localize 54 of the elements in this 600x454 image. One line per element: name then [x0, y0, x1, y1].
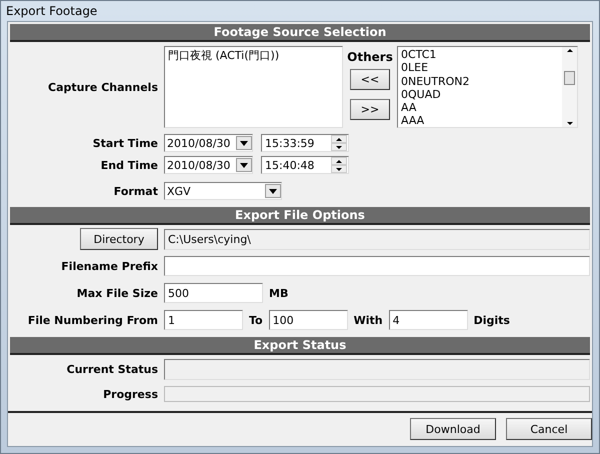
add-button[interactable]: <<: [350, 69, 390, 90]
others-label: Others: [347, 50, 393, 64]
max-file-size-field[interactable]: 500: [164, 283, 263, 303]
format-dropdown[interactable]: XGV: [164, 182, 282, 200]
list-item[interactable]: 門口夜視 (ACTi(門口)): [168, 48, 339, 64]
numbering-from-field[interactable]: 1: [164, 310, 243, 330]
section-header: Export File Options: [10, 207, 590, 225]
spin-up-icon[interactable]: [336, 138, 342, 140]
list-item[interactable]: 0NEUTRON2: [401, 74, 562, 88]
field-label: Start Time: [92, 136, 158, 150]
dialog-button[interactable]: Download: [410, 418, 496, 440]
list-item[interactable]: 0CTC1: [401, 48, 562, 62]
spin-up-icon[interactable]: [566, 49, 572, 52]
dropdown-arrow-icon: [240, 162, 248, 168]
time-spinner[interactable]: 15:33:59: [261, 134, 349, 152]
field-label: To: [249, 314, 263, 326]
spin-down-icon[interactable]: [336, 168, 342, 170]
scrollbar-thumb[interactable]: [564, 71, 575, 85]
directory-field: C:\Users\cying\: [164, 228, 590, 250]
directory-button[interactable]: Directory: [80, 228, 158, 250]
dropdown-arrow-icon: [269, 188, 277, 194]
field-label: Progress: [102, 388, 158, 400]
date-dropdown[interactable]: 2010/08/30: [164, 134, 253, 152]
remove-button[interactable]: >>: [350, 99, 390, 120]
field-label: Format: [112, 184, 158, 198]
window-title: Export Footage: [5, 3, 98, 20]
dropdown-arrow-icon: [240, 140, 248, 146]
list-item[interactable]: 0QUAD: [401, 88, 562, 102]
field-label: Filename Prefix: [60, 260, 158, 272]
filename-prefix-field[interactable]: [164, 256, 590, 276]
section-header: Footage Source Selection: [10, 24, 590, 42]
list-item[interactable]: AAA: [401, 114, 562, 128]
dialog-button[interactable]: Cancel: [506, 418, 592, 440]
field-label: End Time: [100, 158, 158, 172]
unit-label: MB: [269, 286, 288, 300]
time-spinner[interactable]: 15:40:48: [261, 156, 349, 174]
field-label: With: [354, 314, 383, 326]
scrollbar[interactable]: [562, 47, 577, 127]
field-label: Digits: [474, 314, 510, 326]
channel-list[interactable]: 門口夜視 (ACTi(門口)): [164, 46, 343, 128]
list-item[interactable]: AA: [401, 101, 562, 114]
others-list[interactable]: 0CTC1 0LEE 0NEUTRON2 0QUAD AA AAA: [397, 46, 578, 128]
field-label: Current Status: [66, 363, 158, 376]
date-dropdown[interactable]: 2010/08/30: [164, 156, 253, 174]
section-header: Export Status: [10, 337, 590, 355]
field-label: Max File Size: [76, 286, 158, 300]
field-label: File Numbering From: [26, 314, 158, 326]
spin-up-icon[interactable]: [336, 160, 342, 162]
list-item[interactable]: 0LEE: [401, 61, 562, 75]
field-label: Capture Channels: [47, 80, 158, 94]
spin-down-icon[interactable]: [566, 122, 572, 125]
numbering-to-field[interactable]: 100: [268, 310, 348, 330]
spin-down-icon[interactable]: [336, 146, 342, 148]
digits-field[interactable]: 4: [388, 310, 468, 330]
